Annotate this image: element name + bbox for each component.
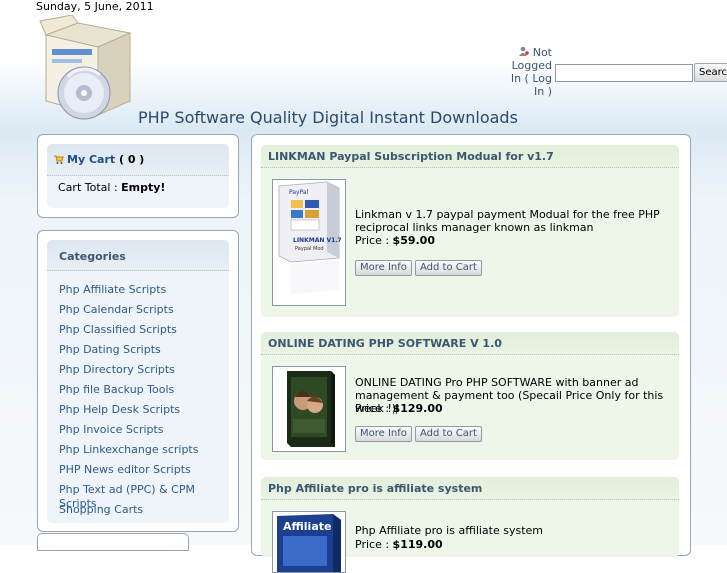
category-item: Php Text ad (PPC) & CPM Scripts xyxy=(59,483,229,510)
cart-panel xyxy=(37,134,239,218)
category-item: Php Invoice Scripts xyxy=(59,423,229,443)
categories-list: Php Affiliate Scripts Php Calendar Scrip… xyxy=(59,283,229,523)
affiliate-box-image: Affiliate xyxy=(273,512,345,572)
price-value: $59.00 xyxy=(392,234,435,247)
dating-box-image xyxy=(273,367,345,451)
affiliate-box-label: Affiliate xyxy=(283,520,331,533)
category-item: Php Classified Scripts xyxy=(59,323,229,343)
category-item: Php Affiliate Scripts xyxy=(59,283,229,303)
categories-box: Categories Php Affiliate Scripts Php Cal… xyxy=(47,240,229,523)
cart-icon xyxy=(54,154,64,164)
category-item: Php Calendar Scripts xyxy=(59,303,229,323)
software-box-icon xyxy=(39,14,132,120)
product-description: Linkman v 1.7 paypal payment Modual for … xyxy=(355,208,660,234)
category-item: Php Linkexchange scripts xyxy=(59,443,229,463)
search-input[interactable] xyxy=(555,64,693,82)
product-box-image: PayPal LINKMAN V1.7 Paypal Mod xyxy=(273,180,345,305)
product-image[interactable]: PayPal LINKMAN V1.7 Paypal Mod xyxy=(272,179,346,306)
product-header: LINKMAN Paypal Subscription Modual for v… xyxy=(261,145,679,168)
category-item: Php file Backup Tools xyxy=(59,383,229,403)
product-title[interactable]: LINKMAN Paypal Subscription Modual for v… xyxy=(268,150,554,163)
product-image[interactable] xyxy=(272,366,346,452)
category-link[interactable]: Php file Backup Tools xyxy=(59,383,174,396)
product-card: ONLINE DATING PHP SOFTWARE V 1.0 ONLINE … xyxy=(261,332,679,460)
category-link[interactable]: Shopping Carts xyxy=(59,503,143,516)
categories-title: Categories xyxy=(59,250,126,263)
site-logo[interactable] xyxy=(38,14,134,123)
products-panel: LINKMAN Paypal Subscription Modual for v… xyxy=(251,134,691,573)
cart-title-label: My Cart xyxy=(67,153,116,166)
category-link[interactable]: PHP News editor Scripts xyxy=(59,463,191,476)
svg-text:PayPal: PayPal xyxy=(289,189,309,196)
category-link[interactable]: Php Help Desk Scripts xyxy=(59,403,180,416)
product-box-label: LINKMAN V1.7 xyxy=(293,237,342,244)
category-item: PHP News editor Scripts xyxy=(59,463,229,483)
price-label: Price : xyxy=(355,402,390,415)
category-link[interactable]: Php Affiliate Scripts xyxy=(59,283,166,296)
category-link[interactable]: Php Calendar Scripts xyxy=(59,303,174,316)
login-status-suffix: ) xyxy=(547,85,552,98)
next-panel-edge xyxy=(37,533,189,551)
category-link[interactable]: Php Classified Scripts xyxy=(59,323,177,336)
product-description: Php Affiliate pro is affiliate system xyxy=(355,524,544,537)
category-item: Shopping Carts xyxy=(59,503,229,523)
categories-header: Categories xyxy=(47,240,229,271)
product-title[interactable]: Php Affiliate pro is affiliate system xyxy=(268,482,482,495)
date-text: Sunday, 5 June, 2011 xyxy=(36,0,154,13)
cart-total: Cart Total : Empty! xyxy=(58,181,165,194)
product-card: Php Affiliate pro is affiliate system Af… xyxy=(261,477,679,573)
cart-title[interactable]: My Cart ( 0 ) xyxy=(54,153,144,166)
product-price: Price : $59.00 xyxy=(355,234,435,247)
category-link[interactable]: Php Directory Scripts xyxy=(59,363,175,376)
category-link[interactable]: Php Invoice Scripts xyxy=(59,423,164,436)
price-label: Price : xyxy=(355,234,390,247)
search-button[interactable]: Search xyxy=(694,63,727,82)
product-card: LINKMAN Paypal Subscription Modual for v… xyxy=(261,145,679,317)
category-link[interactable]: Php Linkexchange scripts xyxy=(59,443,198,456)
add-to-cart-button[interactable]: Add to Cart xyxy=(415,260,482,276)
more-info-button[interactable]: More Info xyxy=(355,426,412,442)
category-link[interactable]: Php Dating Scripts xyxy=(59,343,161,356)
product-header: Php Affiliate pro is affiliate system xyxy=(261,477,679,500)
cart-total-value: Empty! xyxy=(121,181,166,194)
categories-panel: Categories Php Affiliate Scripts Php Cal… xyxy=(37,230,239,532)
category-item: Php Dating Scripts xyxy=(59,343,229,363)
product-image[interactable]: Affiliate xyxy=(272,511,346,573)
add-to-cart-button[interactable]: Add to Cart xyxy=(415,426,482,442)
category-item: Php Directory Scripts xyxy=(59,363,229,383)
cart-count: ( 0 ) xyxy=(118,153,145,166)
more-info-button[interactable]: More Info xyxy=(355,260,412,276)
product-title[interactable]: ONLINE DATING PHP SOFTWARE V 1.0 xyxy=(268,337,502,350)
price-value: $129.00 xyxy=(392,402,443,415)
user-icon xyxy=(519,46,533,59)
product-header: ONLINE DATING PHP SOFTWARE V 1.0 xyxy=(261,332,679,355)
product-box-sub: Paypal Mod xyxy=(295,246,324,252)
login-status: Not Logged In ( Log In ) xyxy=(510,46,552,98)
category-item: Php Help Desk Scripts xyxy=(59,403,229,423)
site-title: PHP Software Quality Digital Instant Dow… xyxy=(138,108,518,127)
cart-total-label: Cart Total : xyxy=(58,181,118,194)
product-price: Price : $129.00 xyxy=(355,402,443,415)
